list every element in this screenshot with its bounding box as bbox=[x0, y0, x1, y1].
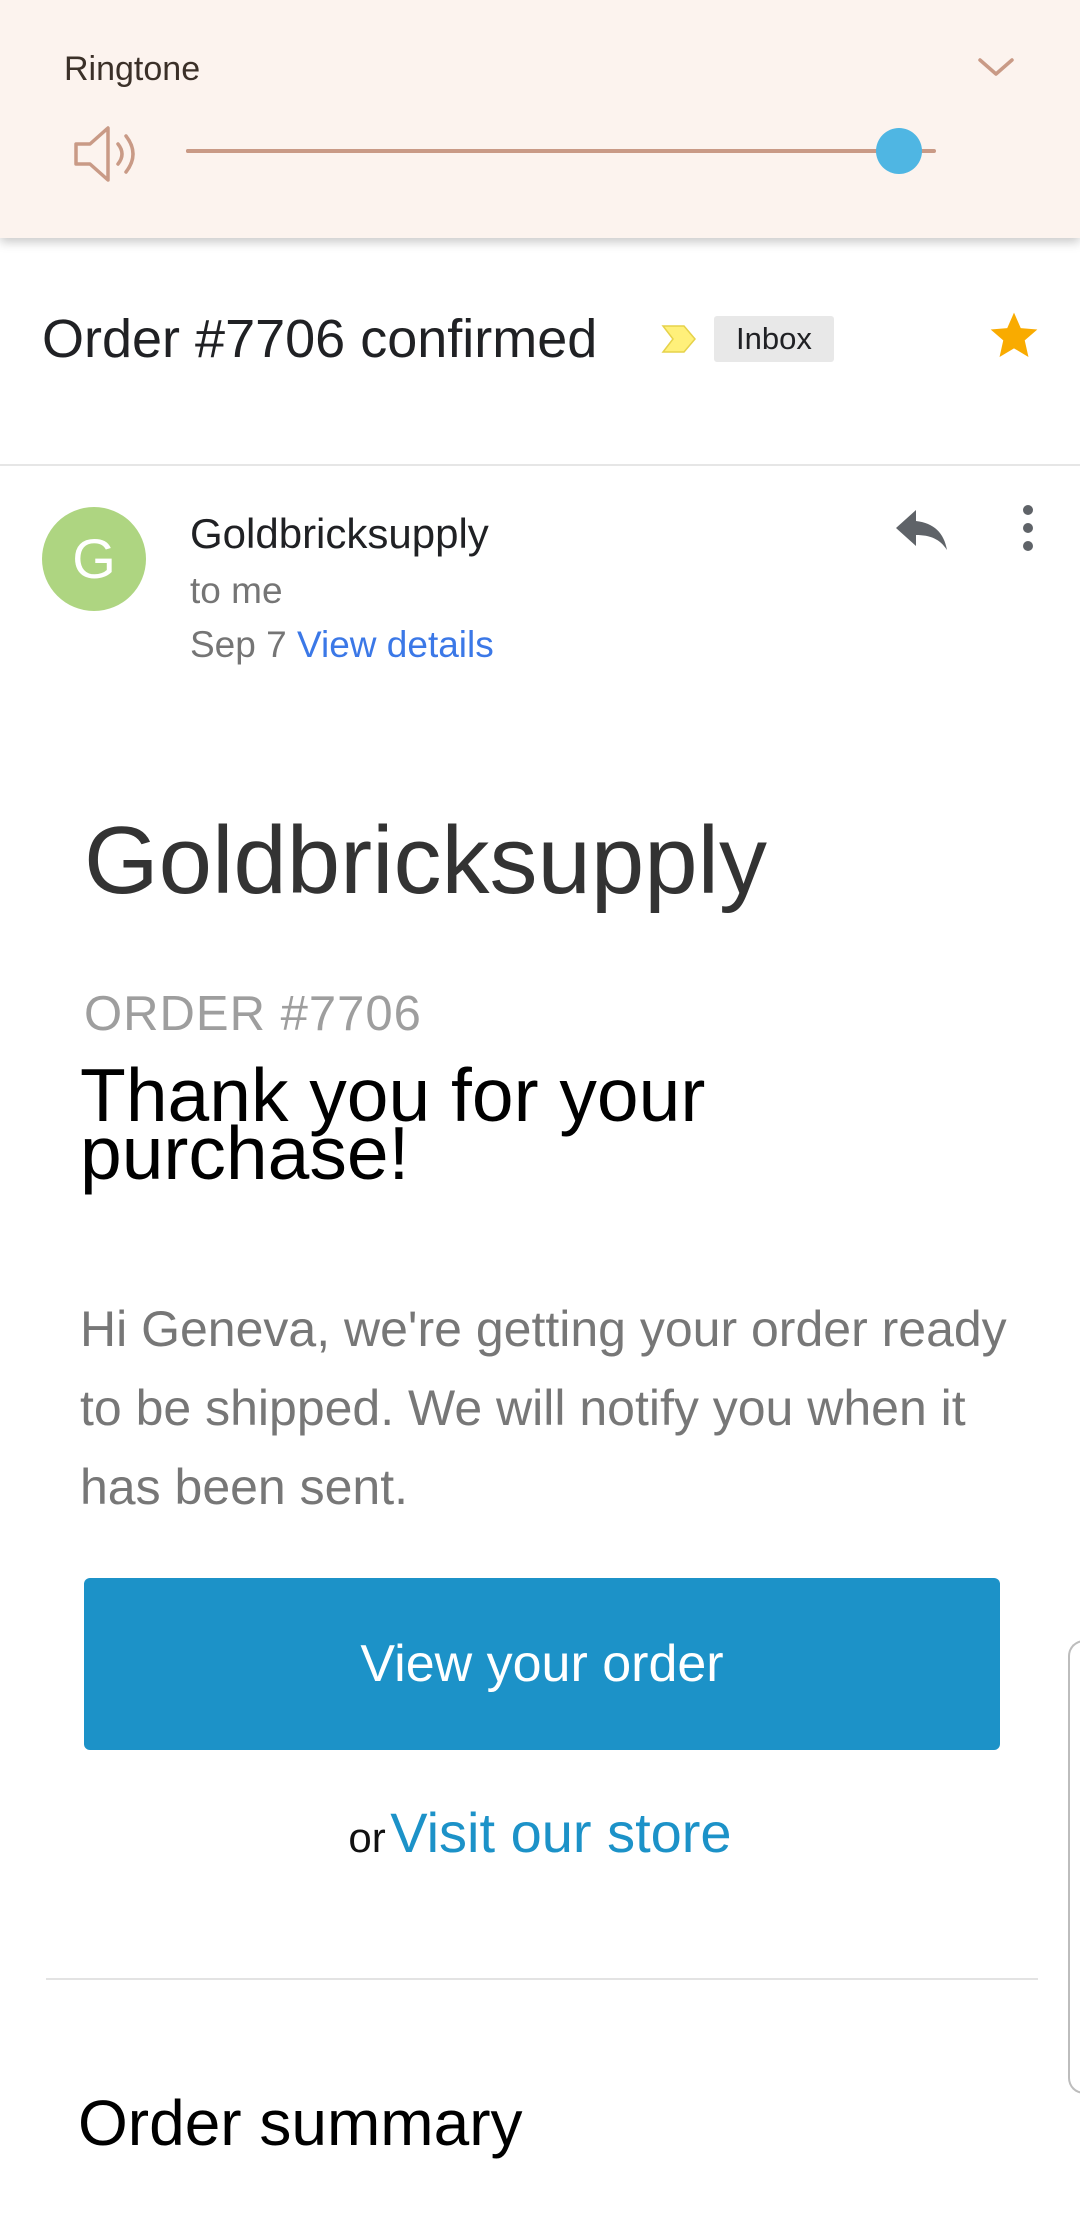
store-name-heading: Goldbricksupply bbox=[84, 807, 767, 914]
reply-icon[interactable] bbox=[892, 500, 950, 556]
divider bbox=[46, 1978, 1038, 1980]
chevron-down-icon[interactable] bbox=[976, 52, 1016, 82]
avatar[interactable]: G bbox=[42, 507, 146, 611]
importance-marker-icon[interactable] bbox=[660, 320, 698, 358]
visit-store-link[interactable]: Visit our store bbox=[390, 1801, 731, 1864]
order-number: ORDER #7706 bbox=[84, 987, 422, 1041]
or-text: or bbox=[348, 1814, 386, 1861]
recipient-line: to me bbox=[190, 570, 283, 611]
volume-slider-fill bbox=[186, 149, 899, 153]
volume-stream-label: Ringtone bbox=[64, 50, 201, 88]
more-options-icon[interactable] bbox=[1008, 500, 1048, 556]
order-message: Hi Geneva, we're getting your order read… bbox=[80, 1301, 1007, 1515]
email-date: Sep 7 bbox=[190, 624, 287, 665]
star-icon[interactable] bbox=[986, 308, 1042, 364]
thank-you-heading: Thank you for your purchase! bbox=[80, 1058, 980, 1191]
view-details-link[interactable]: View details bbox=[297, 624, 494, 665]
volume-slider-track[interactable] bbox=[186, 149, 936, 153]
email-subject: Order #7706 confirmed bbox=[42, 309, 598, 369]
label-chip-inbox[interactable]: Inbox bbox=[714, 316, 834, 362]
store-link-line: or Visit our store bbox=[0, 1800, 1080, 1865]
sender-name: Goldbricksupply bbox=[190, 510, 489, 557]
speaker-icon[interactable] bbox=[72, 122, 140, 186]
view-order-button[interactable]: View your order bbox=[84, 1578, 1000, 1750]
email-subject-row: Order #7706 confirmed Inbox bbox=[0, 238, 1080, 466]
date-line: Sep 7 View details bbox=[190, 624, 494, 666]
volume-panel: Ringtone bbox=[0, 0, 1080, 238]
side-panel-edge[interactable] bbox=[1068, 1640, 1080, 2094]
volume-slider-thumb[interactable] bbox=[875, 128, 922, 174]
order-summary-heading: Order summary bbox=[78, 2087, 523, 2159]
